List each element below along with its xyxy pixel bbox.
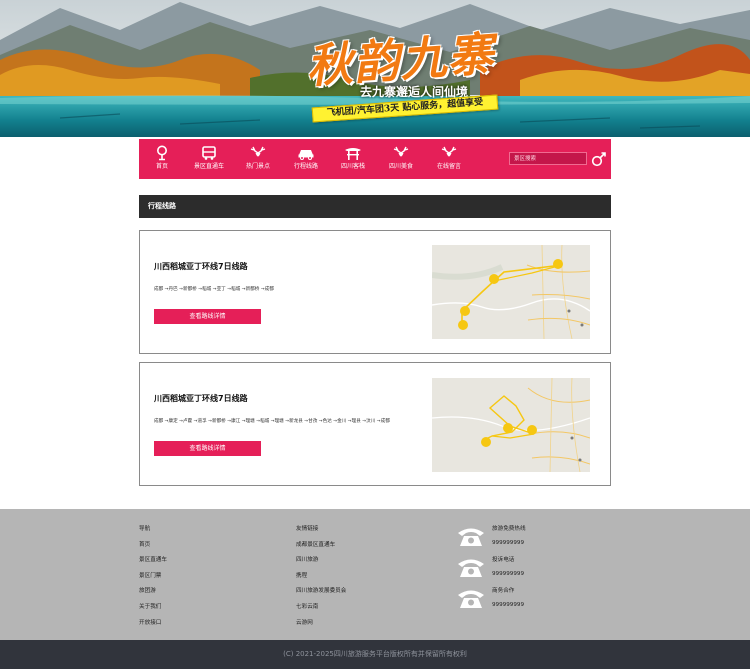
telephone-icon (458, 559, 484, 577)
car-icon (298, 150, 314, 160)
route-map-image[interactable] (432, 245, 590, 339)
footer-link[interactable]: 开放接口 (139, 619, 167, 635)
footer-link[interactable]: 关于我们 (139, 603, 167, 619)
nav-item-food[interactable]: 四川美食 (378, 139, 424, 179)
telephone-icon (458, 528, 484, 546)
footer-link[interactable]: 携程 (296, 572, 346, 588)
nav-item-label: 行程线路 (293, 163, 318, 170)
copyright: (C) 2021-2025四川旅游服务平台版权所有并保留所有权利 (0, 640, 750, 669)
route-card: 川西稻城亚丁环线7日线路 成都 →丹巴 →新都桥 →稻城 →亚丁 →稻城 →新都… (139, 230, 611, 354)
footer-link[interactable]: 景区直通车 (139, 556, 167, 572)
footer-link[interactable]: 四川旅游发展委员会 (296, 587, 346, 603)
nav-item-shuttle[interactable]: 景区直通车 (186, 139, 232, 179)
route-stops: 成都 →丹巴 →新都桥 →稻城 →亚丁 →稻城 →新都桥 →成都 (154, 287, 274, 292)
contact-number: 999999999 (492, 540, 525, 546)
section-title: 行程线路 (139, 195, 611, 218)
main-nav: 首页 景区直通车 热门景点 行程线路 四川客栈 四川美食 在线留言 景区搜索 (139, 139, 611, 179)
route-card: 川西稻城亚丁环线7日线路 成都 →康定 →卢霍 →道孚 →新都桥 →康江 →理塘… (139, 362, 611, 486)
view-route-details-button[interactable]: 查看路线详情 (154, 309, 261, 324)
footer: 导航 首页 景区直通车 景区门票 旅团游 关于我们 开放接口 友情链接 成都景区… (0, 509, 750, 640)
footer-link[interactable]: 成都景区直通车 (296, 541, 346, 557)
male-symbol-icon[interactable] (591, 150, 607, 168)
nav-item-label: 四川客栈 (340, 163, 365, 170)
footer-heading-friend-links: 友情链接 (296, 526, 319, 532)
nav-item-home[interactable]: 首页 (139, 139, 185, 179)
footer-link[interactable]: 首页 (139, 541, 167, 557)
contact-label: 旅游免费热线 (492, 526, 526, 532)
contact-label: 商务合作 (492, 588, 515, 594)
nav-item-message[interactable]: 在线留言 (426, 139, 472, 179)
nav-item-label: 在线留言 (436, 163, 461, 170)
deer-icon (441, 146, 457, 157)
deer-icon (393, 146, 409, 157)
map-pin-icon (157, 145, 167, 161)
footer-link[interactable]: 四川旅游 (296, 556, 346, 572)
telephone-icon (458, 590, 484, 608)
nav-item-label: 首页 (155, 163, 168, 170)
route-title: 川西稻城亚丁环线7日线路 (154, 262, 248, 271)
view-route-details-button[interactable]: 查看路线详情 (154, 441, 261, 456)
footer-link[interactable]: 云游网 (296, 619, 346, 635)
nav-item-hot-spots[interactable]: 热门景点 (235, 139, 281, 179)
contact-label: 投诉电话 (492, 557, 515, 563)
bus-icon (202, 146, 216, 160)
nav-item-inns[interactable]: 四川客栈 (330, 139, 376, 179)
contact-number: 999999999 (492, 602, 525, 608)
contact-number: 999999999 (492, 571, 525, 577)
route-title: 川西稻城亚丁环线7日线路 (154, 394, 248, 403)
footer-link[interactable]: 旅团游 (139, 587, 167, 603)
footer-friend-links-column: 友情链接 成都景区直通车 四川旅游 携程 四川旅游发展委员会 七彩云南 云游网 (296, 525, 346, 634)
hero-banner: 秋韵九寨 去九寨邂逅人间仙境 飞机团/汽车团3天 贴心服务，超值享受 (0, 0, 750, 137)
footer-heading-nav: 导航 (139, 526, 151, 532)
nav-item-routes[interactable]: 行程线路 (283, 139, 329, 179)
pavilion-icon (345, 148, 361, 160)
deer-icon (250, 146, 266, 157)
route-stops: 成都 →康定 →卢霍 →道孚 →新都桥 →康江 →理塘 →稻城 →理塘 →新龙县… (154, 419, 390, 424)
route-map-image[interactable] (432, 378, 590, 472)
nav-item-label: 景区直通车 (193, 163, 224, 170)
nav-item-label: 四川美食 (388, 163, 413, 170)
footer-link[interactable]: 七彩云南 (296, 603, 346, 619)
footer-link[interactable]: 景区门票 (139, 572, 167, 588)
footer-nav-column: 导航 首页 景区直通车 景区门票 旅团游 关于我们 开放接口 (139, 525, 167, 634)
search-input[interactable] (509, 152, 587, 165)
nav-item-label: 热门景点 (245, 163, 270, 170)
